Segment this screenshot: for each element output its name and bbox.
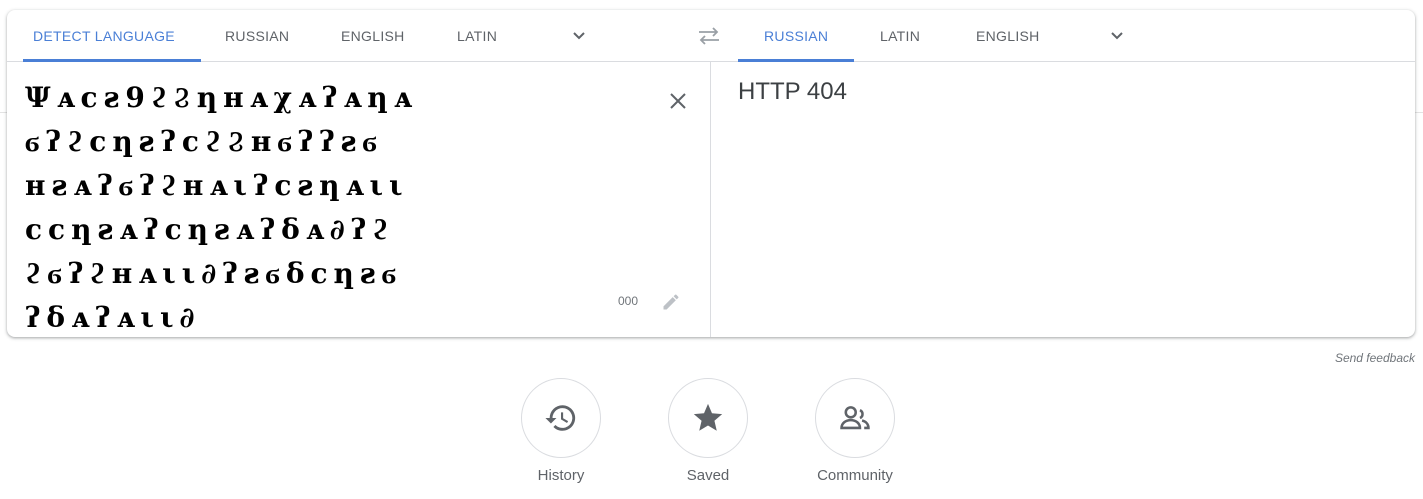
clear-source-close-icon[interactable] <box>666 89 690 113</box>
edit-pencil-icon[interactable] <box>661 292 681 312</box>
character-count: 000 <box>618 294 639 308</box>
history-icon <box>545 405 576 431</box>
saved-button[interactable] <box>668 378 748 458</box>
saved-action[interactable]: Saved <box>668 378 748 484</box>
history-action[interactable]: History <box>521 378 601 484</box>
community-icon <box>840 406 870 430</box>
source-line: ϭʔϩϲƞƨʔϲϩϨʜϭʔʔƨϭ <box>25 125 383 158</box>
source-line: ʜƨᴀʔϭʔϩʜᴀιʔϲƨƞᴀιι <box>25 169 409 202</box>
send-feedback-link[interactable]: Send feedback <box>1335 351 1415 365</box>
source-line: Ψᴀϲƨ9ϩϨƞʜᴀχᴀʔᴀƞᴀ <box>25 81 418 114</box>
history-button[interactable] <box>521 378 601 458</box>
translation-output: HTTP 404 <box>738 78 847 105</box>
tab-source-english[interactable]: English <box>341 10 405 62</box>
source-more-languages-chevron-down-icon[interactable] <box>567 24 591 48</box>
swap-languages-icon[interactable] <box>695 24 723 48</box>
language-tab-bar: Detect language Russian English Latin Ru… <box>7 10 1415 62</box>
source-line: ϲϲƞƨᴀʔϲƞƨᴀʔδᴀ∂ʔϩ <box>25 213 395 246</box>
panel-divider <box>710 62 711 337</box>
history-label: History <box>537 467 585 484</box>
source-line: ϩϭʔϩʜᴀιι∂ʔƨϭδϲƞƨϭ <box>25 257 403 290</box>
tab-source-russian[interactable]: Russian <box>225 10 289 62</box>
target-more-languages-chevron-down-icon[interactable] <box>1105 24 1129 48</box>
source-line: ʔδᴀʔᴀιι∂ <box>25 301 201 334</box>
community-label: Community <box>817 467 893 484</box>
community-action[interactable]: Community <box>815 378 895 484</box>
tab-target-latin[interactable]: Latin <box>880 10 920 62</box>
tab-target-english[interactable]: English <box>976 10 1040 62</box>
tab-target-russian[interactable]: Russian <box>737 10 855 62</box>
source-text-area[interactable]: Ψᴀϲƨ9ϩϨƞʜᴀχᴀʔᴀƞᴀ ϭʔϩϲƞƨʔϲϩϨʜϭʔʔƨϭ ʜƨᴀʔϭʔ… <box>25 76 625 334</box>
tab-detect-language[interactable]: Detect language <box>23 10 201 62</box>
tab-source-latin[interactable]: Latin <box>457 10 497 62</box>
translate-card: Detect language Russian English Latin Ru… <box>7 10 1415 337</box>
saved-label: Saved <box>686 467 730 484</box>
community-button[interactable] <box>815 378 895 458</box>
star-icon <box>693 403 723 431</box>
